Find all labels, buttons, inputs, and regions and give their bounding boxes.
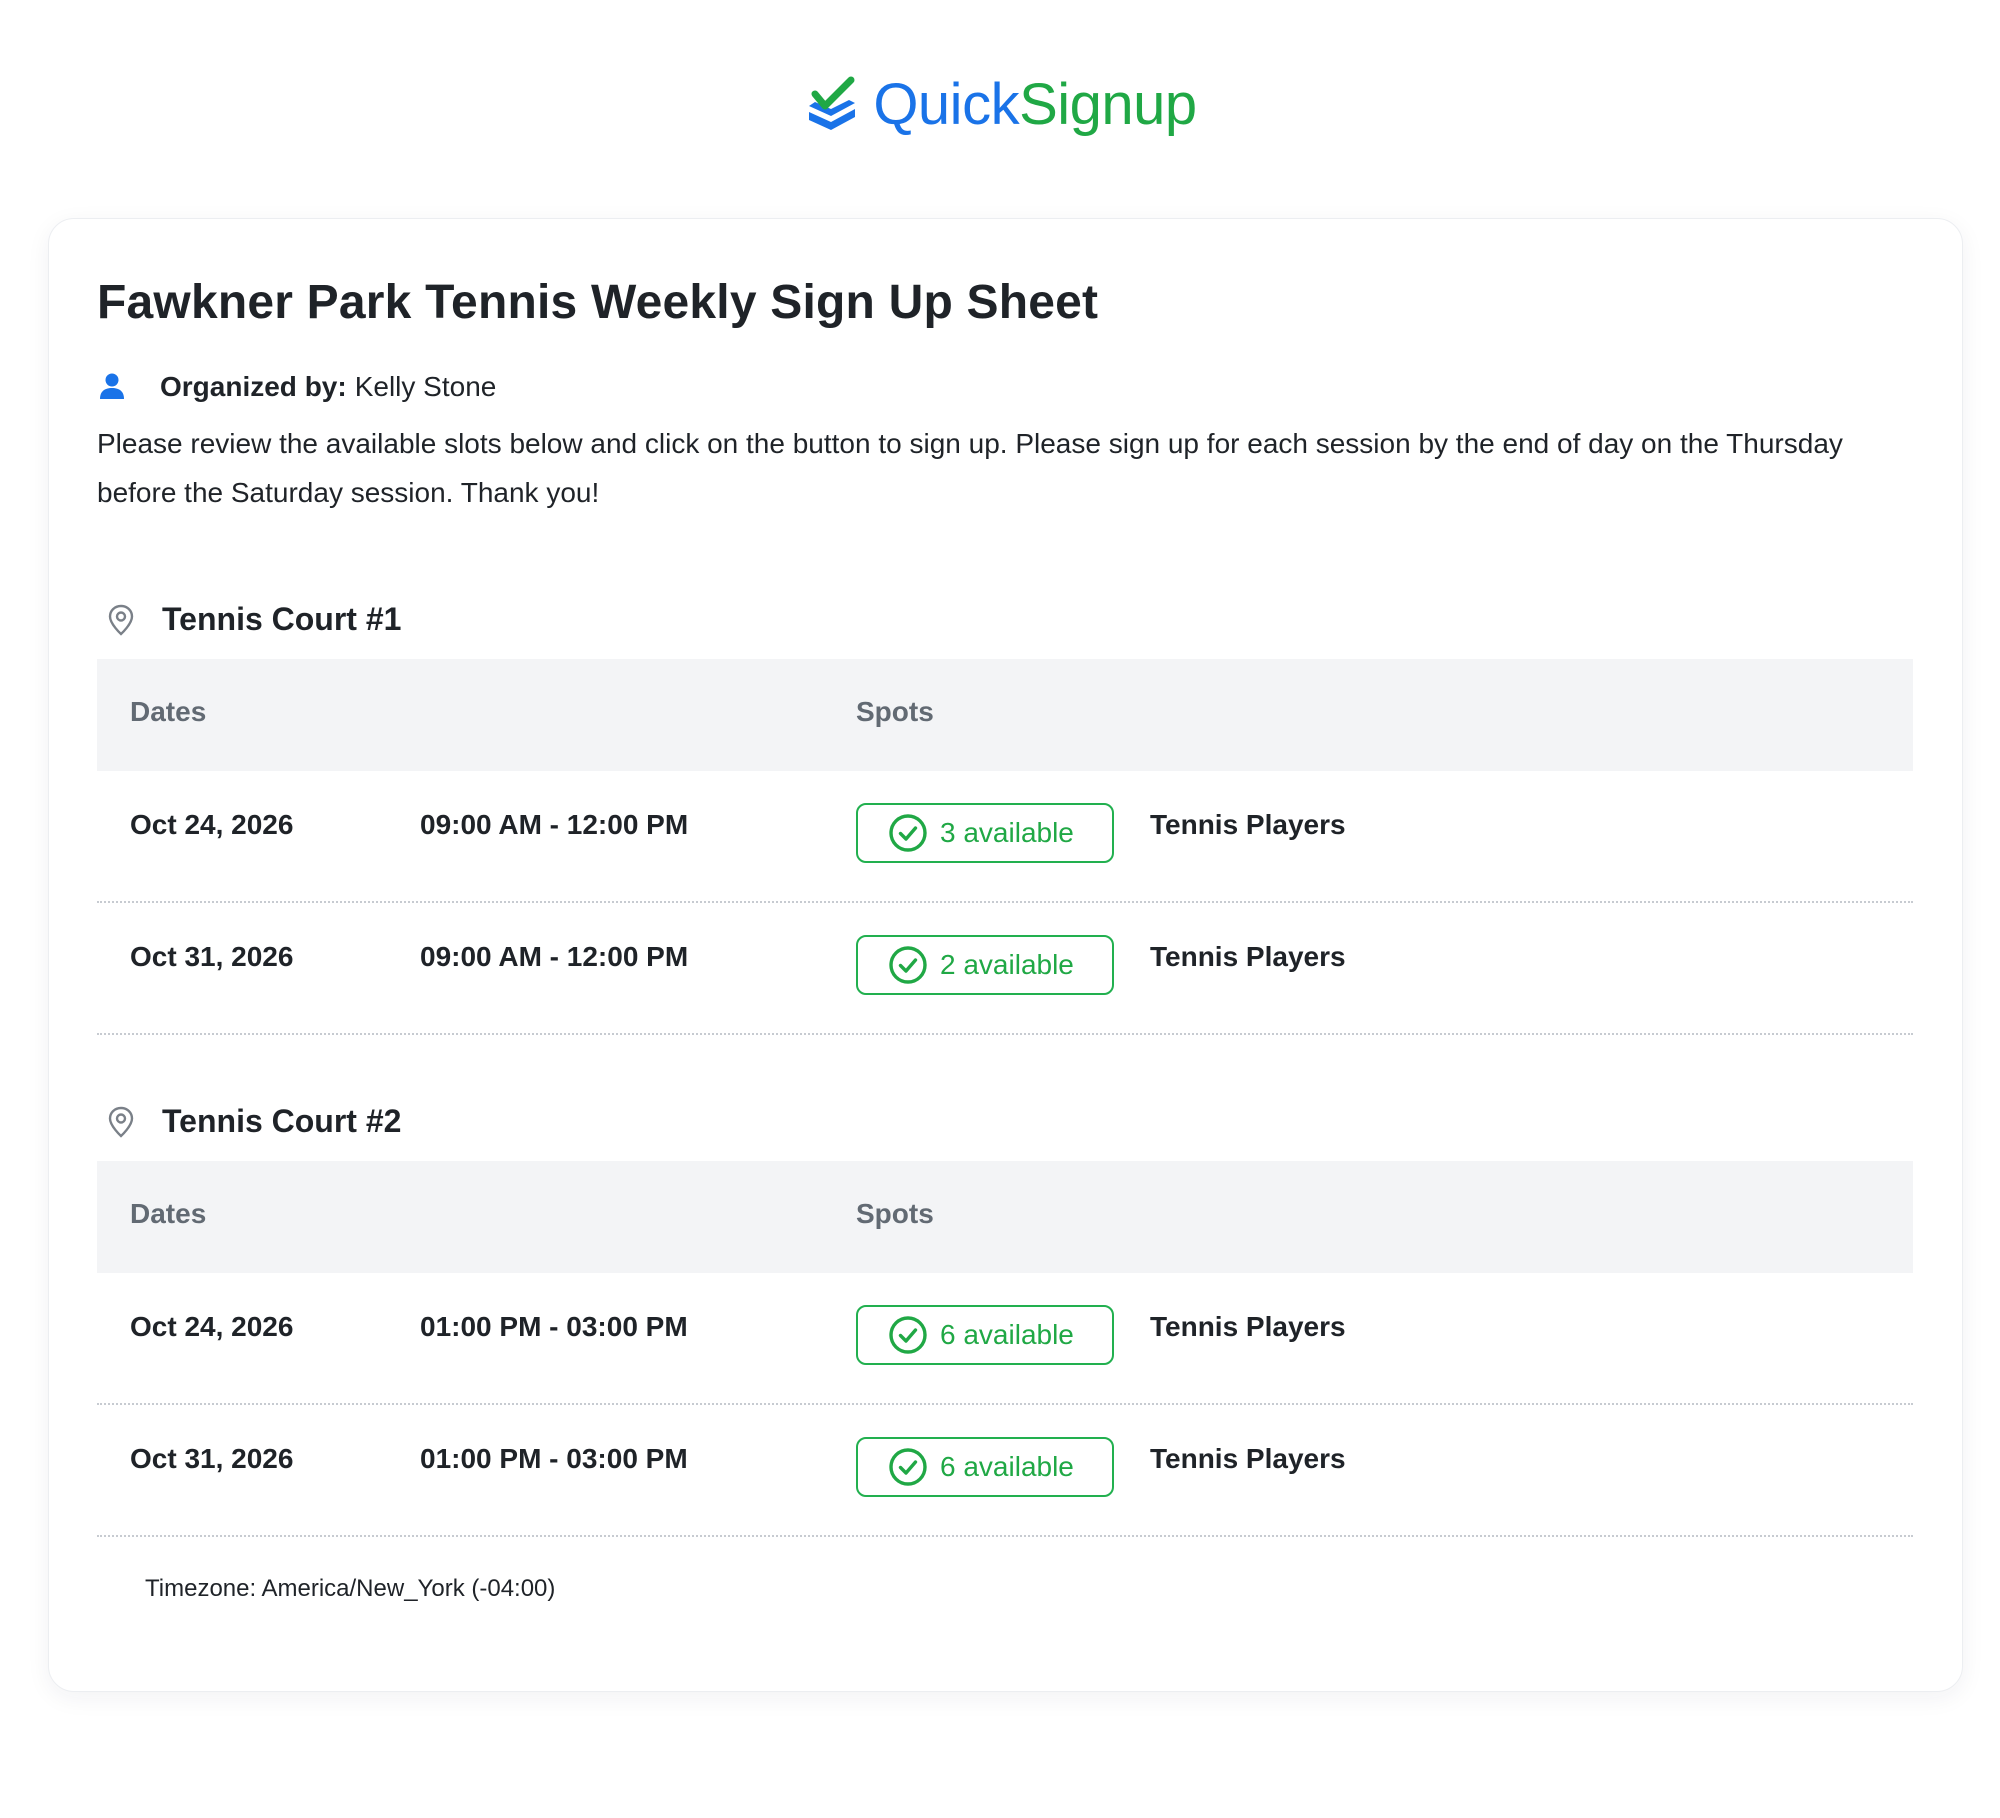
timezone-note: Timezone: America/New_York (-04:00)	[145, 1575, 556, 1602]
sheet-description: Please review the available slots below …	[97, 428, 1843, 508]
check-circle-icon	[889, 1316, 927, 1354]
section-title-text: Tennis Court #1	[162, 601, 402, 637]
brand-name-quick: Quick	[873, 72, 1020, 137]
brand-name-signup: Signup	[1019, 72, 1197, 137]
location-pin-icon	[108, 1106, 134, 1138]
section-title-text: Tennis Court #2	[162, 1103, 402, 1139]
slot-time: 09:00 AM - 12:00 PM	[420, 809, 689, 840]
checkmark-book-icon	[809, 76, 856, 130]
slots-table-court-1: Dates Spots Oct 24, 2026 09:00 AM - 12:0…	[97, 659, 1913, 1035]
slot-role: Tennis Players	[1150, 809, 1346, 840]
section-title-court-2: Tennis Court #2	[97, 1103, 401, 1140]
organizer-info: Organized by: Kelly Stone	[97, 371, 496, 403]
check-circle-icon	[889, 946, 927, 984]
table-header: Dates Spots	[97, 659, 1913, 771]
slot-role: Tennis Players	[1150, 941, 1346, 972]
spots-available: 6 available	[940, 1451, 1074, 1482]
spots-available: 6 available	[940, 1319, 1074, 1350]
check-circle-icon	[889, 814, 927, 852]
spots-available: 3 available	[940, 817, 1074, 848]
brand-logo[interactable]: QuickSignup	[803, 76, 1197, 134]
column-header-dates: Dates	[130, 1198, 207, 1229]
page-title: Fawkner Park Tennis Weekly Sign Up Sheet	[97, 276, 1099, 329]
slot-date: Oct 31, 2026	[130, 1443, 294, 1474]
signup-sheet-card: Fawkner Park Tennis Weekly Sign Up Sheet…	[48, 218, 1963, 1692]
table-row: Oct 31, 2026 01:00 PM - 03:00 PM 6 avail…	[97, 1405, 1913, 1537]
section-title-court-1: Tennis Court #1	[97, 601, 401, 638]
slot-date: Oct 31, 2026	[130, 941, 294, 972]
header: QuickSignup	[0, 60, 2000, 150]
slot-role: Tennis Players	[1150, 1443, 1346, 1474]
table-row: Oct 31, 2026 09:00 AM - 12:00 PM 2 avail…	[97, 903, 1913, 1035]
table-row: Oct 24, 2026 09:00 AM - 12:00 PM 3 avail…	[97, 771, 1913, 903]
slots-table-court-2: Dates Spots Oct 24, 2026 01:00 PM - 03:0…	[97, 1161, 1913, 1537]
organizer-name: Kelly Stone	[354, 371, 497, 402]
slot-date: Oct 24, 2026	[130, 809, 294, 840]
table-header: Dates Spots	[97, 1161, 1913, 1273]
brand-name: QuickSignup	[873, 76, 1197, 134]
spots-available: 2 available	[940, 949, 1074, 980]
slot-time: 09:00 AM - 12:00 PM	[420, 941, 689, 972]
location-pin-icon	[108, 604, 134, 636]
table-row: Oct 24, 2026 01:00 PM - 03:00 PM 6 avail…	[97, 1273, 1913, 1405]
signup-button[interactable]: 3 available	[856, 803, 1114, 863]
column-header-spots: Spots	[856, 696, 934, 727]
column-header-spots: Spots	[856, 1198, 934, 1229]
slot-date: Oct 24, 2026	[130, 1311, 294, 1342]
slot-time: 01:00 PM - 03:00 PM	[420, 1443, 688, 1474]
slot-role: Tennis Players	[1150, 1311, 1346, 1342]
slot-time: 01:00 PM - 03:00 PM	[420, 1311, 688, 1342]
signup-button[interactable]: 6 available	[856, 1305, 1114, 1365]
signup-button[interactable]: 6 available	[856, 1437, 1114, 1497]
person-icon	[100, 373, 124, 399]
column-header-dates: Dates	[130, 696, 207, 727]
signup-button[interactable]: 2 available	[856, 935, 1114, 995]
check-circle-icon	[889, 1448, 927, 1486]
organizer-label: Organized by:	[160, 371, 347, 402]
